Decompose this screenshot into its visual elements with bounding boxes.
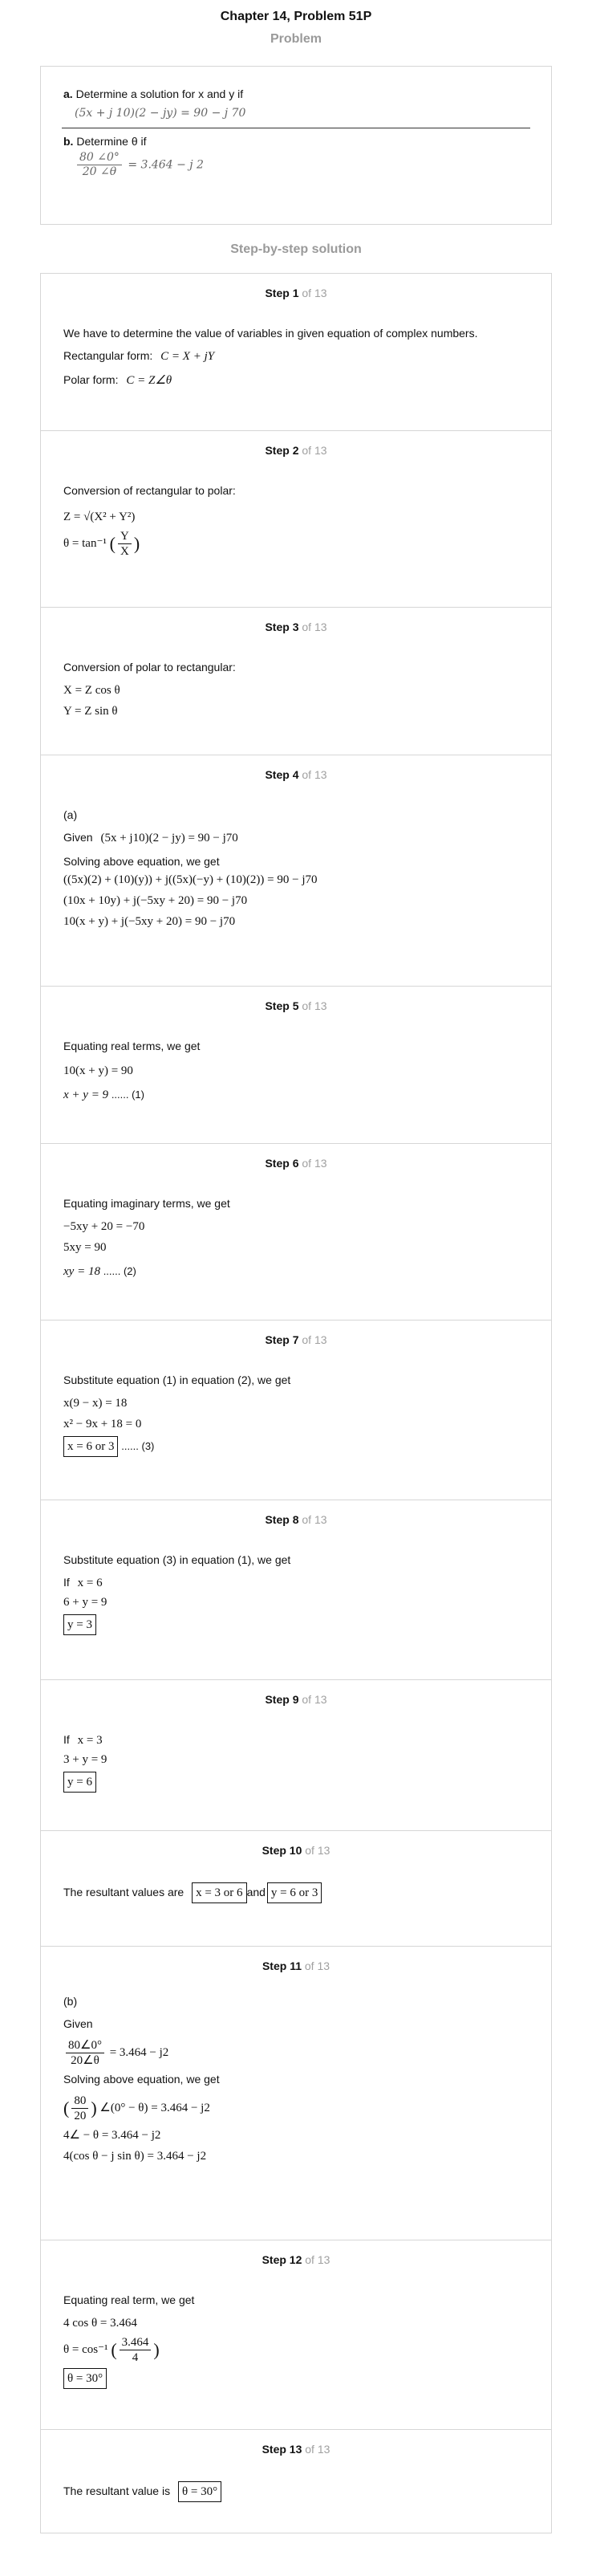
step-line: The resultant value is θ = 30° xyxy=(63,2481,529,2502)
step-13: Step 13 of 13 The resultant value is θ =… xyxy=(41,2430,551,2533)
step-text: Substitute equation (3) in equation (1),… xyxy=(63,1553,291,1566)
step-text: Solving above equation, we get xyxy=(63,855,220,868)
step-part-label: (a) xyxy=(63,808,78,821)
step-text: Substitute equation (1) in equation (2),… xyxy=(63,1373,291,1386)
step-equation: xy = 18 ...... (2) xyxy=(63,1265,136,1278)
step-title: Step 9 of 13 xyxy=(265,1693,327,1706)
step-10: Step 10 of 13 The resultant values are x… xyxy=(41,1831,551,1947)
step-line: If x = 3 xyxy=(63,1733,103,1747)
step-equation: X = Z cos θ xyxy=(63,684,120,697)
boxed-result: x = 6 or 3 xyxy=(63,1436,119,1457)
step-text: We have to determine the value of variab… xyxy=(63,327,478,340)
problem-b-numerator: 80 ∠0° xyxy=(77,151,122,165)
step-equation: Y = Z sin θ xyxy=(63,705,118,718)
step-equation: x(9 − x) = 18 xyxy=(63,1397,128,1410)
step-12: Step 12 of 13 Equating real term, we get… xyxy=(41,2240,551,2430)
problem-a-equation: (5x + j 10)(2 − jy) = 90 − j 70 xyxy=(75,107,246,120)
problem-b-equation: 80 ∠0° 20 ∠θ = 3.464 − j 2 xyxy=(75,151,529,179)
step-text: Conversion of polar to rectangular: xyxy=(63,661,236,674)
step-line: Polar form: C = Z∠θ xyxy=(63,373,172,387)
step-equation: θ = 30° xyxy=(63,2368,529,2389)
step-title: Step 2 of 13 xyxy=(265,444,327,457)
step-7: Step 7 of 13 Substitute equation (1) in … xyxy=(41,1321,551,1500)
page: Chapter 14, Problem 51P Problem a. Deter… xyxy=(0,0,592,2533)
step-equation: 4(cos θ − j sin θ) = 3.464 − j2 xyxy=(63,2150,207,2163)
step-11: Step 11 of 13 (b) Given 80∠0° 20∠θ = 3.46… xyxy=(41,1947,551,2240)
boxed-result: y = 3 xyxy=(63,1614,96,1635)
problem-b: b. Determine θ if xyxy=(63,135,529,148)
boxed-result: y = 6 xyxy=(63,1772,96,1793)
problem-a-text: Determine a solution for x and y if xyxy=(75,87,244,100)
problem-b-label: b. xyxy=(63,135,74,148)
step-equation: x² − 9x + 18 = 0 xyxy=(63,1418,142,1430)
boxed-result: θ = 30° xyxy=(63,2368,107,2389)
step-equation: (10x + 10y) + j(−5xy + 20) = 90 − j70 xyxy=(63,894,248,907)
problem-b-rhs: = 3.464 − j 2 xyxy=(128,158,204,172)
step-3: Step 3 of 13 Conversion of polar to rect… xyxy=(41,608,551,755)
step-text: Solving above equation, we get xyxy=(63,2073,220,2086)
step-6: Step 6 of 13 Equating imaginary terms, w… xyxy=(41,1144,551,1321)
problem-a: a. Determine a solution for x and y if xyxy=(63,87,529,100)
problem-box: a. Determine a solution for x and y if (… xyxy=(40,66,552,225)
problem-a-label: a. xyxy=(63,87,73,100)
step-title: Step 7 of 13 xyxy=(265,1333,327,1346)
step-equation: Z = √(X² + Y²) xyxy=(63,511,136,523)
step-equation: y = 6 xyxy=(63,1772,529,1793)
problem-heading: Problem xyxy=(270,32,322,46)
step-equation: ((5x)(2) + (10)(y)) + j((5x)(−y) + (10)(… xyxy=(63,873,318,886)
step-equation: y = 3 xyxy=(63,1614,529,1635)
step-title: Step 13 of 13 xyxy=(262,2443,330,2456)
step-title: Step 10 of 13 xyxy=(262,1844,330,1857)
step-title: Step 6 of 13 xyxy=(265,1157,327,1170)
step-line: Rectangular form: C = X + jY xyxy=(63,349,215,363)
step-text: Equating real term, we get xyxy=(63,2293,195,2306)
step-equation: (80 20) ∠(0° − θ) = 3.464 − j2 xyxy=(63,2094,210,2122)
step-equation: θ = cos⁻¹ (3.464 4) xyxy=(63,2336,160,2364)
step-4: Step 4 of 13 (a) Given (5x + j10)(2 − jy… xyxy=(41,755,551,987)
step-line: If x = 6 xyxy=(63,1576,103,1589)
step-equation: 3 + y = 9 xyxy=(63,1753,107,1766)
step-equation: −5xy + 20 = −70 xyxy=(63,1220,145,1233)
step-title: Step 5 of 13 xyxy=(265,999,327,1012)
step-equation: x = 6 or 3 ...... (3) xyxy=(63,1436,529,1457)
step-equation: θ = tan⁻¹ (Y X) xyxy=(63,530,140,558)
step-title: Step 8 of 13 xyxy=(265,1513,327,1526)
step-equation: 4∠ − θ = 3.464 − j2 xyxy=(63,2129,161,2142)
step-title: Step 11 of 13 xyxy=(262,1959,330,1972)
step-equation: 4 cos θ = 3.464 xyxy=(63,2317,137,2330)
step-title: Step 3 of 13 xyxy=(265,621,327,633)
step-text: Equating real terms, we get xyxy=(63,1040,201,1052)
boxed-result: y = 6 or 3 xyxy=(266,1882,322,1903)
step-line: Given (5x + j10)(2 − jy) = 90 − j70 xyxy=(63,831,238,844)
step-equation: 10(x + y) = 90 xyxy=(63,1064,133,1077)
step-equation: 6 + y = 9 xyxy=(63,1596,107,1609)
step-9: Step 9 of 13 If x = 3 3 + y = 9 y = 6 xyxy=(41,1680,551,1831)
step-text: Given xyxy=(63,2017,93,2030)
step-8: Step 8 of 13 Substitute equation (3) in … xyxy=(41,1500,551,1680)
step-title: Step 12 of 13 xyxy=(262,2253,330,2266)
step-text: Conversion of rectangular to polar: xyxy=(63,484,236,497)
problem-b-text: Determine θ if xyxy=(76,135,147,148)
page-title: Chapter 14, Problem 51P xyxy=(220,10,372,23)
step-5: Step 5 of 13 Equating real terms, we get… xyxy=(41,987,551,1144)
step-equation: 10(x + y) + j(−5xy + 20) = 90 − j70 xyxy=(63,915,236,928)
problem-b-denominator: 20 ∠θ xyxy=(82,165,117,178)
step-line: The resultant values are x = 3 or 6 and y … xyxy=(63,1882,529,1903)
step-equation: x + y = 9 ...... (1) xyxy=(63,1089,144,1101)
boxed-result: θ = 30° xyxy=(177,2481,222,2502)
solution-box: Step 1 of 13 We have to determine the va… xyxy=(40,273,552,2533)
step-part-label: (b) xyxy=(63,1995,78,2008)
step-title: Step 4 of 13 xyxy=(265,768,327,781)
step-text: Equating imaginary terms, we get xyxy=(63,1197,230,1210)
boxed-result: x = 3 or 6 xyxy=(192,1882,247,1903)
step-1: Step 1 of 13 We have to determine the va… xyxy=(41,274,551,431)
step-title: Step 1 of 13 xyxy=(265,287,327,299)
step-equation: 80∠0° 20∠θ = 3.464 − j2 xyxy=(63,2038,529,2068)
step-2: Step 2 of 13 Conversion of rectangular t… xyxy=(41,431,551,608)
solution-heading: Step-by-step solution xyxy=(230,242,362,256)
step-equation: 5xy = 90 xyxy=(63,1241,107,1254)
